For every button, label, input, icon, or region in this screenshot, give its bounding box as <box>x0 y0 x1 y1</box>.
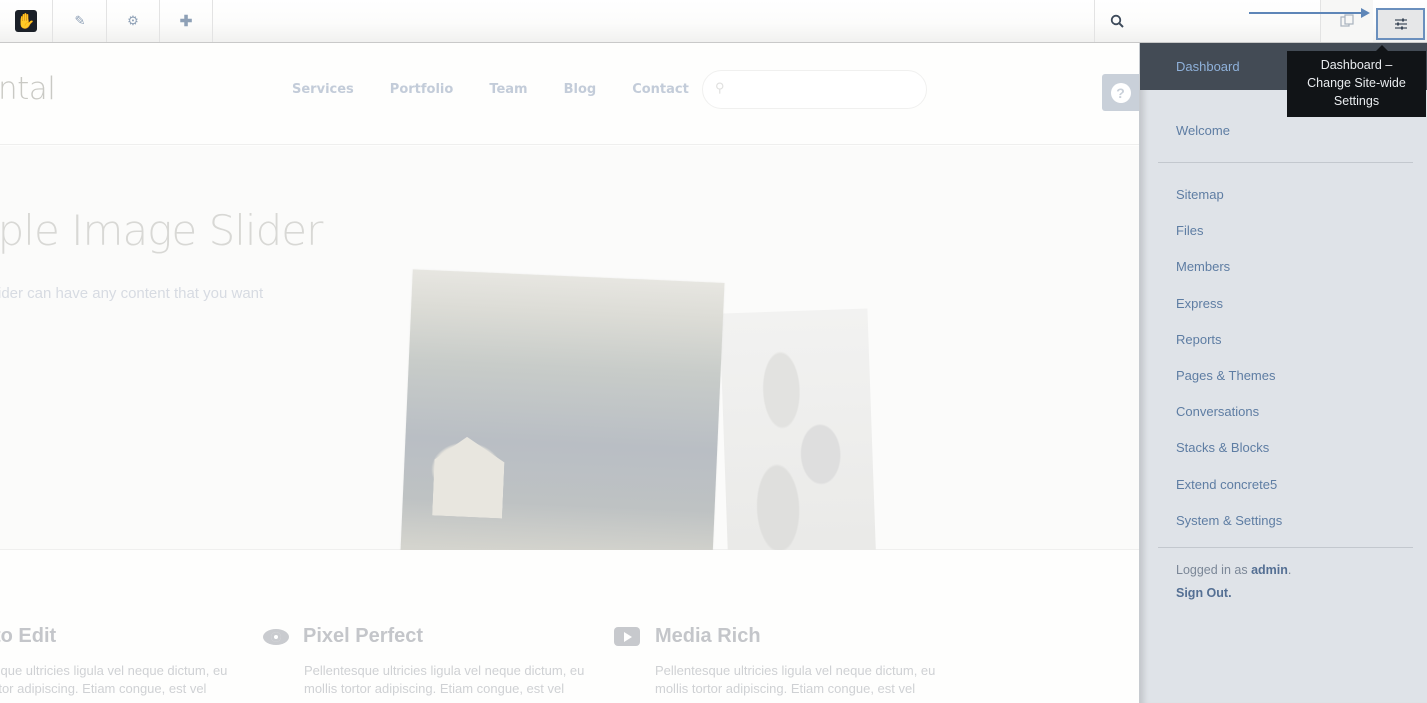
slider-subtitle: ider can have any content that you want <box>0 285 264 302</box>
annotation-arrow <box>1249 8 1370 18</box>
dashboard-panel: Dashboard Welcome Sitemap Files Members … <box>1139 43 1427 703</box>
feature-title: Media Rich <box>655 625 761 647</box>
site-search-input[interactable]: ⚲ <box>702 70 927 109</box>
search-button[interactable] <box>1094 0 1138 42</box>
add-content-button[interactable]: ✚ <box>160 0 213 42</box>
site-nav: Services Portfolio Team Blog Contact <box>292 82 725 97</box>
question-icon: ? <box>1110 82 1131 103</box>
panel-item-system-settings[interactable]: System & Settings <box>1140 508 1427 544</box>
tooltip-line: Change Site-wide <box>1307 76 1406 90</box>
nav-link-portfolio[interactable]: Portfolio <box>390 82 454 97</box>
panel-item-stacks-blocks[interactable]: Stacks & Blocks <box>1140 435 1427 471</box>
nav-link-services[interactable]: Services <box>292 82 354 97</box>
panel-item-conversations[interactable]: Conversations <box>1140 399 1427 435</box>
site-brand[interactable]: ntal <box>0 71 56 107</box>
gear-icon: ⚙ <box>127 13 139 28</box>
feature-text: Pellentesque ultricies ligula vel neque … <box>304 663 585 696</box>
coffee-beans-image <box>719 308 877 576</box>
nav-link-contact[interactable]: Contact <box>632 82 689 97</box>
tooltip-line: Settings <box>1333 94 1380 108</box>
feature-media-rich: Media Rich Pellentesque ultricies ligula… <box>614 625 955 698</box>
site-header: ntal Services Portfolio Team Blog Contac… <box>0 43 1139 145</box>
feature-easy-to-edit: to Edit sque ultricies ligula vel neque … <box>0 625 244 698</box>
panel-item-files[interactable]: Files <box>1140 218 1427 254</box>
panel-item-extend-concrete5[interactable]: Extend concrete5 <box>1140 472 1427 508</box>
search-icon <box>1110 14 1124 28</box>
plus-icon: ✚ <box>179 13 193 30</box>
panel-item-express[interactable]: Express <box>1140 291 1427 327</box>
panel-item-reports[interactable]: Reports <box>1140 327 1427 363</box>
dashboard-button[interactable] <box>1376 8 1425 40</box>
feature-text: sque ultricies ligula vel neque dictum, … <box>0 663 228 696</box>
sign-out-link[interactable]: Sign Out. <box>1176 586 1427 600</box>
username-link[interactable]: admin <box>1251 563 1288 577</box>
features-section: to Edit sque ultricies ligula vel neque … <box>0 550 1139 703</box>
panel-item-members[interactable]: Members <box>1140 254 1427 290</box>
search-icon: ⚲ <box>715 80 725 95</box>
site-preview: ntal Services Portfolio Team Blog Contac… <box>0 43 1139 703</box>
feature-title: Pixel Perfect <box>303 625 424 647</box>
feature-title: to Edit <box>0 625 57 647</box>
cabin-forest-image <box>399 269 725 588</box>
page-copy-button[interactable] <box>1320 0 1373 42</box>
logged-in-suffix: . <box>1287 562 1292 577</box>
concrete5-logo-button[interactable]: ✋ <box>0 0 53 42</box>
dashboard-menu: Sitemap Files Members Express Reports Pa… <box>1140 163 1427 544</box>
play-icon <box>614 627 640 646</box>
image-slider: nple Image Slider ider can have any cont… <box>0 146 1139 588</box>
panel-item-pages-themes[interactable]: Pages & Themes <box>1140 363 1427 399</box>
concrete5-hand-logo-icon: ✋ <box>15 10 37 32</box>
pencil-icon: ✎ <box>74 13 86 28</box>
copy-pages-icon <box>1340 14 1354 27</box>
eye-icon <box>263 628 289 645</box>
feature-pixel-perfect: Pixel Perfect Pellentesque ultricies lig… <box>263 625 604 698</box>
dashboard-link[interactable]: Dashboard <box>1176 59 1240 74</box>
account-info: Logged in as admin. Sign Out. <box>1140 548 1427 600</box>
page-settings-button[interactable]: ⚙ <box>107 0 160 42</box>
help-button[interactable]: ? <box>1102 74 1139 111</box>
cabin-shape <box>432 435 505 518</box>
slider-title: nple Image Slider <box>0 206 323 255</box>
logged-in-label: Logged in as <box>1176 562 1252 577</box>
edit-toolbar: ✋ ✎ ⚙ ✚ <box>0 0 1427 43</box>
tooltip-line: Dashboard – <box>1320 58 1393 72</box>
edit-page-button[interactable]: ✎ <box>54 0 107 42</box>
panel-item-sitemap[interactable]: Sitemap <box>1140 182 1427 218</box>
nav-link-blog[interactable]: Blog <box>564 82 597 97</box>
dashboard-tooltip: Dashboard – Change Site-wide Settings <box>1287 45 1426 117</box>
feature-text: Pellentesque ultricies ligula vel neque … <box>655 663 936 696</box>
sliders-icon <box>1394 18 1407 30</box>
nav-link-team[interactable]: Team <box>489 82 527 97</box>
panel-item-welcome[interactable]: Welcome <box>1158 123 1413 138</box>
